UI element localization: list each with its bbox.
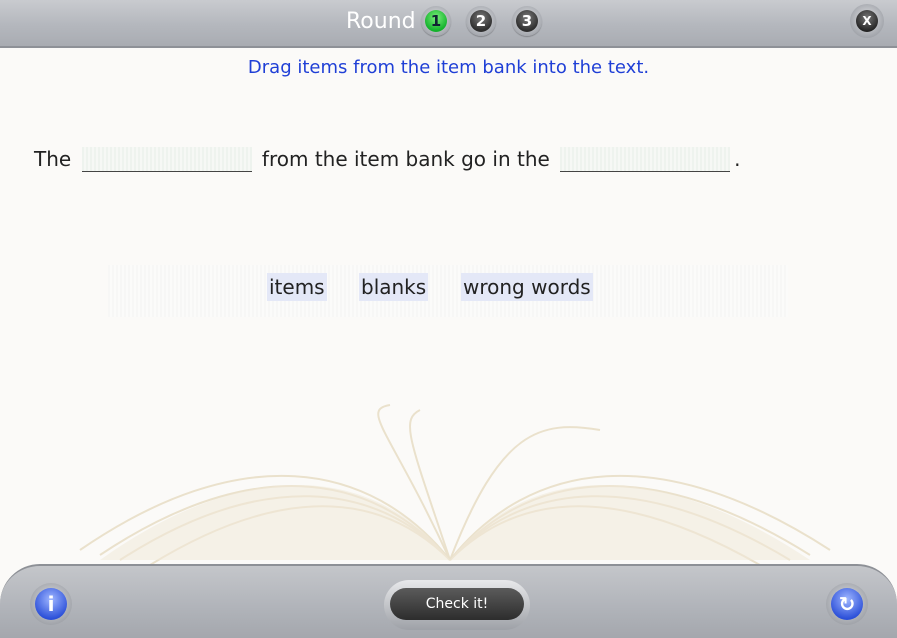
close-icon: X [856,10,878,32]
open-book-illustration [79,404,831,566]
round-3-button[interactable]: 3 [512,6,542,36]
sentence-part-3: . [734,147,741,171]
round-1-button[interactable]: 1 [421,6,451,36]
round-1-number: 1 [425,10,447,32]
close-button[interactable]: X [850,4,884,38]
blank-1[interactable] [81,147,252,172]
check-it-button[interactable]: Check it! [390,588,524,620]
round-3-number: 3 [516,10,538,32]
blank-2[interactable] [560,147,731,172]
round-label: Round [346,9,416,34]
info-button[interactable]: i [30,583,72,625]
header-bar: Round 1 2 3 X [0,0,897,48]
item-bank: items blanks wrong words [108,265,788,317]
info-icon: i [35,588,67,620]
bank-item-blanks[interactable]: blanks [359,273,429,301]
round-2-button[interactable]: 2 [466,6,496,36]
reset-button[interactable]: ↻ [826,583,868,625]
sentence-part-1: The [34,147,72,171]
check-button-frame: Check it! [384,580,530,630]
sentence-part-2: from the item bank go in the [261,147,550,171]
instructions-text: Drag items from the item bank into the t… [247,57,650,78]
round-2-number: 2 [470,10,492,32]
bank-item-wrong-words[interactable]: wrong words [461,273,593,301]
bank-item-items[interactable]: items [267,273,327,301]
cloze-sentence: The from the item bank go in the . [34,145,741,173]
reset-icon: ↻ [831,588,863,620]
